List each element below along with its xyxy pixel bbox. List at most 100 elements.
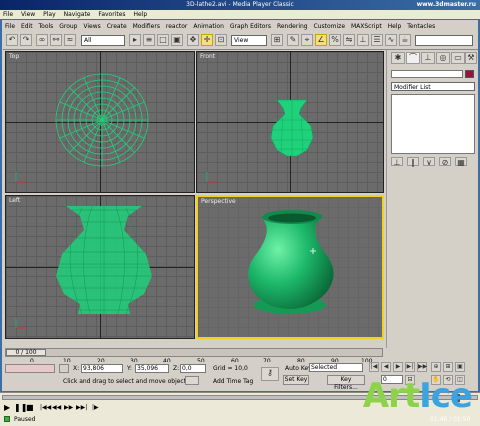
curve-editor-icon[interactable]: ∿ [385, 34, 397, 46]
modify-tab-icon[interactable]: ⌒ [406, 52, 420, 64]
grid-size: Grid = 10,0 [213, 365, 248, 372]
mirror-icon[interactable]: ⇋ [343, 34, 355, 46]
scale-icon[interactable]: ⊡ [215, 34, 227, 46]
go-to-end-icon[interactable]: ▶▶ [417, 362, 427, 372]
selection-filter-select[interactable]: All [81, 35, 125, 46]
viewport-left[interactable]: Left [5, 195, 195, 339]
viewport-front[interactable]: Front [196, 51, 384, 193]
modifier-stack[interactable] [391, 94, 475, 154]
pin-stack-icon[interactable]: ⊥ [391, 157, 403, 167]
next-frame-icon[interactable]: ▶| [405, 362, 415, 372]
show-end-result-icon[interactable]: ∥ [407, 157, 419, 167]
vase-perspective-render [248, 210, 334, 314]
player-menu-view[interactable]: View [21, 11, 35, 18]
bind-icon[interactable]: ≈ [64, 34, 76, 46]
z-coord-field[interactable]: 0,0 [180, 364, 206, 373]
max-menu-graph-editors[interactable]: Graph Editors [230, 23, 271, 30]
player-menu-navigate[interactable]: Navigate [64, 11, 91, 18]
selection-lock-icon[interactable] [59, 364, 69, 373]
region-select-icon[interactable]: □ [157, 34, 169, 46]
named-selection-select[interactable] [415, 35, 473, 46]
max-menu-modifiers[interactable]: Modifiers [133, 23, 160, 30]
viewport-top[interactable]: Top [5, 51, 195, 193]
max-menu-tentacles[interactable]: Tentacles [407, 23, 435, 30]
redo-icon[interactable]: ↷ [20, 34, 32, 46]
key-filters-button[interactable]: Key Filters... [327, 375, 365, 391]
utilities-tab-icon[interactable]: ⚒ [465, 52, 477, 64]
add-time-tag[interactable]: Add Time Tag [213, 378, 253, 385]
key-icon[interactable]: ⚷ [261, 367, 279, 381]
max-menu-animation[interactable]: Animation [193, 23, 224, 30]
select-manipulate-icon[interactable]: ✎ [287, 34, 299, 46]
max-menu-rendering[interactable]: Rendering [277, 23, 308, 30]
window-crossing-icon[interactable]: ▣ [171, 34, 183, 46]
render-icon[interactable]: ☕ [399, 34, 411, 46]
vase-top-mesh [15, 73, 149, 183]
select-by-name-icon[interactable]: ≡ [143, 34, 155, 46]
zoom-all-icon[interactable]: ⊞ [443, 362, 453, 372]
skip-back-button[interactable]: |◀◀ [40, 404, 51, 411]
reference-coord-select[interactable]: View [231, 35, 267, 46]
unlink-icon[interactable]: ⚯ [50, 34, 62, 46]
prompt-line: Click and drag to select and move object… [63, 378, 190, 385]
rotate-icon[interactable]: ✛ [201, 34, 213, 46]
max-menu-reactor[interactable]: reactor [166, 23, 188, 30]
motion-tab-icon[interactable]: ◎ [436, 52, 450, 64]
auto-key-button[interactable]: Auto Key [285, 365, 312, 372]
x-coord-field[interactable]: 93,806 [81, 364, 123, 373]
previous-frame-icon[interactable]: ◀ [381, 362, 391, 372]
max-menu-help[interactable]: Help [388, 23, 402, 30]
max-menu-views[interactable]: Views [83, 23, 100, 30]
max-menu-edit[interactable]: Edit [21, 23, 33, 30]
time-slider-handle[interactable]: 0 / 100 [6, 349, 46, 356]
remove-modifier-icon[interactable]: ⊘ [439, 157, 451, 167]
player-menu-bar: File View Play Navigate Favorites Help [0, 10, 480, 19]
zoom-extents-icon[interactable]: ▣ [455, 362, 465, 372]
viewport-perspective[interactable]: Perspective [196, 195, 384, 339]
time-tag-icon[interactable] [185, 376, 199, 385]
modifier-list-select[interactable]: Modifier List [391, 82, 475, 91]
snap-icon[interactable]: ⌖ [301, 34, 313, 46]
undo-icon[interactable]: ↶ [6, 34, 18, 46]
display-tab-icon[interactable]: ▭ [451, 52, 465, 64]
hierarchy-tab-icon[interactable]: ⊥ [421, 52, 435, 64]
pivot-icon[interactable]: ⊞ [271, 34, 283, 46]
max-menu-tools[interactable]: Tools [39, 23, 54, 30]
layer-icon[interactable]: ☰ [371, 34, 383, 46]
percent-snap-icon[interactable]: % [329, 34, 341, 46]
time-slider-track[interactable]: 0 / 100 [5, 348, 383, 357]
frame-step-button[interactable]: |▶ [92, 404, 99, 411]
max-menu-create[interactable]: Create [107, 23, 127, 30]
max-menu-group[interactable]: Group [59, 23, 77, 30]
stop-button[interactable]: ■ [26, 403, 34, 412]
make-unique-icon[interactable]: ∨ [423, 157, 435, 167]
maxscript-listener[interactable] [5, 364, 55, 373]
forward-button[interactable]: ▶▶ [64, 404, 73, 411]
play-icon[interactable]: ▶ [393, 362, 403, 372]
player-title: 3D-lathe2.avi - Media Player Classic [186, 1, 294, 8]
align-icon[interactable]: ⊥ [357, 34, 369, 46]
select-icon[interactable]: ▸ [129, 34, 141, 46]
object-color-swatch[interactable] [465, 70, 474, 78]
move-icon[interactable]: ✥ [187, 34, 199, 46]
player-menu-favorites[interactable]: Favorites [98, 11, 125, 18]
player-menu-help[interactable]: Help [133, 11, 147, 18]
skip-forward-button[interactable]: ▶▶| [76, 404, 87, 411]
key-selection-select[interactable]: Selected [309, 363, 363, 372]
angle-snap-icon[interactable]: ∠ [315, 34, 327, 46]
link-icon[interactable]: ∞ [36, 34, 48, 46]
go-to-start-icon[interactable]: |◀ [369, 362, 379, 372]
object-name-field[interactable] [391, 70, 463, 78]
create-tab-icon[interactable]: ✱ [391, 52, 405, 64]
max-menu-customize[interactable]: Customize [314, 23, 346, 30]
max-menu-file[interactable]: File [5, 23, 15, 30]
max-menu-maxscript[interactable]: MAXScript [351, 23, 382, 30]
player-menu-file[interactable]: File [3, 11, 13, 18]
zoom-icon[interactable]: ⊕ [431, 362, 441, 372]
y-coord-field[interactable]: 35,096 [135, 364, 169, 373]
set-key-button[interactable]: Set Key [283, 375, 309, 385]
play-button[interactable]: ▶ [4, 403, 10, 412]
rewind-button[interactable]: ◀◀ [52, 404, 61, 411]
configure-modifier-sets-icon[interactable]: ▦ [455, 157, 467, 167]
player-menu-play[interactable]: Play [43, 11, 56, 18]
